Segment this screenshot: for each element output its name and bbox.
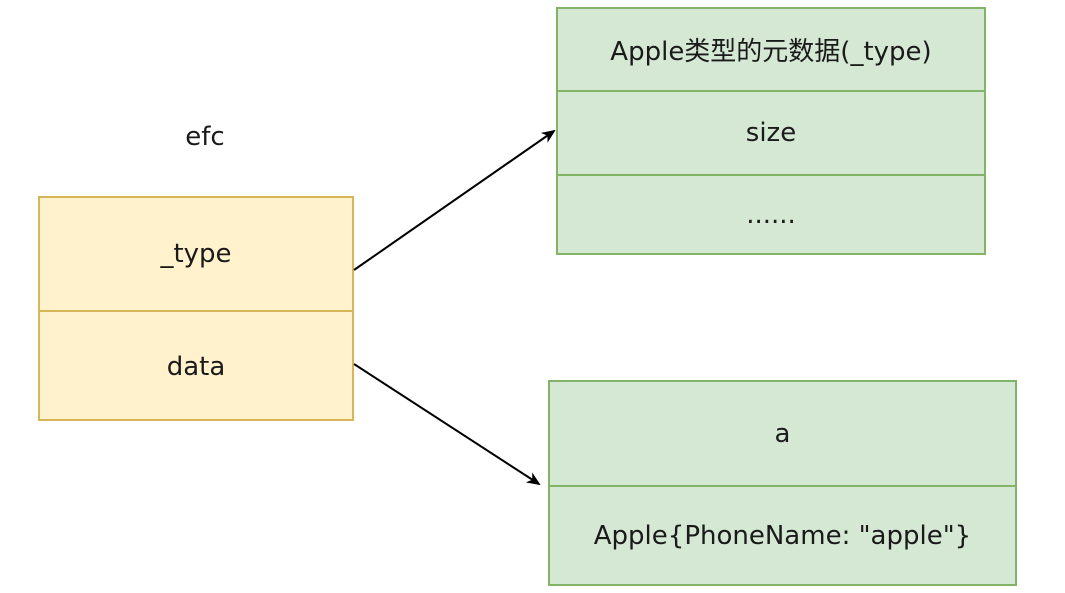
arrows-layer bbox=[353, 129, 556, 486]
data-pointer-arrow bbox=[353, 363, 541, 486]
type-pointer-arrow bbox=[353, 129, 556, 271]
